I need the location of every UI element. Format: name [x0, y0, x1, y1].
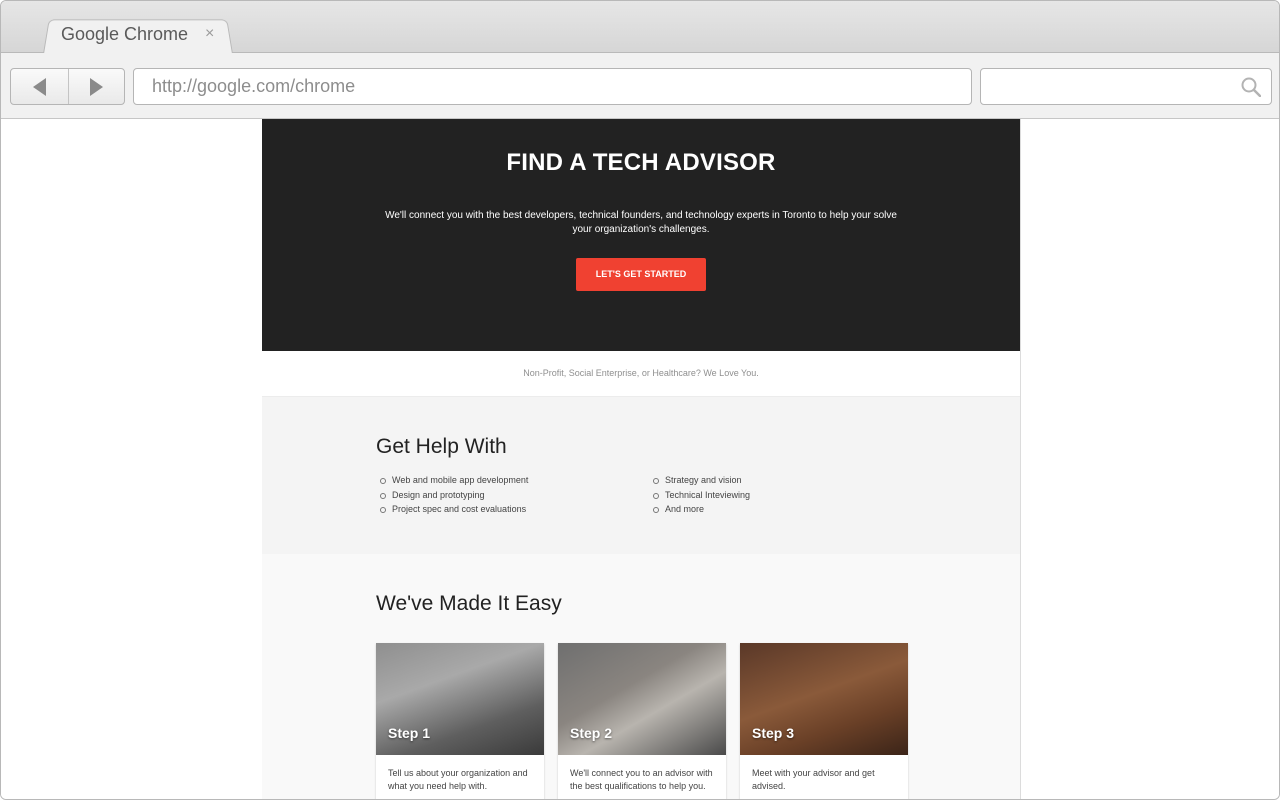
table-meeting-photo: Step 3: [740, 643, 908, 755]
search-icon[interactable]: [1241, 77, 1261, 97]
laptop-typing-photo: Step 1: [376, 643, 544, 755]
step-title: Step 2: [570, 725, 613, 741]
steps-section: We've Made It Easy Step 1 Tell us about …: [262, 554, 1020, 799]
step-text: Tell us about your organization and what…: [388, 768, 528, 791]
steps-cards: Step 1 Tell us about your organization a…: [376, 643, 908, 799]
tagline: Non-Profit, Social Enterprise, or Health…: [262, 351, 1020, 397]
navigation-buttons: [10, 68, 125, 105]
address-bar[interactable]: http://google.com/chrome: [133, 68, 972, 105]
step-title: Step 3: [752, 725, 795, 741]
hero-title: FIND A TECH ADVISOR: [506, 149, 776, 176]
hero-description: We'll connect you with the best develope…: [385, 210, 897, 235]
page-content: FIND A TECH ADVISOR We'll connect you wi…: [262, 119, 1021, 799]
forward-button[interactable]: [67, 69, 125, 104]
list-item: Design and prototyping: [380, 488, 528, 503]
list-item: Strategy and vision: [653, 473, 750, 488]
help-list-left: Web and mobile app development Design an…: [380, 473, 528, 517]
hero-section: FIND A TECH ADVISOR We'll connect you wi…: [262, 119, 1020, 351]
tab-title[interactable]: Google Chrome: [61, 24, 188, 45]
back-button[interactable]: [11, 69, 68, 104]
tab-strip: Google Chrome ×: [1, 1, 1279, 54]
step-text: We'll connect you to an advisor with the…: [570, 768, 713, 791]
get-started-button[interactable]: LET'S GET STARTED: [576, 258, 706, 291]
page-viewport: FIND A TECH ADVISOR We'll connect you wi…: [1, 119, 1279, 799]
tab-close-icon[interactable]: ×: [205, 25, 214, 43]
help-title: Get Help With: [376, 435, 507, 458]
list-item: Technical Inteviewing: [653, 488, 750, 503]
step-card-2[interactable]: Step 2 We'll connect you to an advisor w…: [558, 643, 726, 799]
search-input[interactable]: [980, 68, 1272, 105]
list-item: Project spec and cost evaluations: [380, 502, 528, 517]
steps-title: We've Made It Easy: [376, 592, 562, 615]
step-text: Meet with your advisor and get advised.: [752, 768, 875, 791]
step-card-3[interactable]: Step 3 Meet with your advisor and get ad…: [740, 643, 908, 799]
forward-arrow-icon: [89, 77, 103, 96]
list-item: And more: [653, 502, 750, 517]
help-list-right: Strategy and vision Technical Inteviewin…: [653, 473, 750, 517]
step-title: Step 1: [388, 725, 431, 741]
browser-window: Google Chrome × http://google.com/chrome…: [0, 0, 1280, 800]
phone-meeting-photo: Step 2: [558, 643, 726, 755]
list-item: Web and mobile app development: [380, 473, 528, 488]
back-arrow-icon: [32, 77, 46, 96]
browser-toolbar: http://google.com/chrome: [1, 53, 1279, 119]
help-section: Get Help With Web and mobile app develop…: [262, 397, 1020, 554]
step-card-1[interactable]: Step 1 Tell us about your organization a…: [376, 643, 544, 799]
